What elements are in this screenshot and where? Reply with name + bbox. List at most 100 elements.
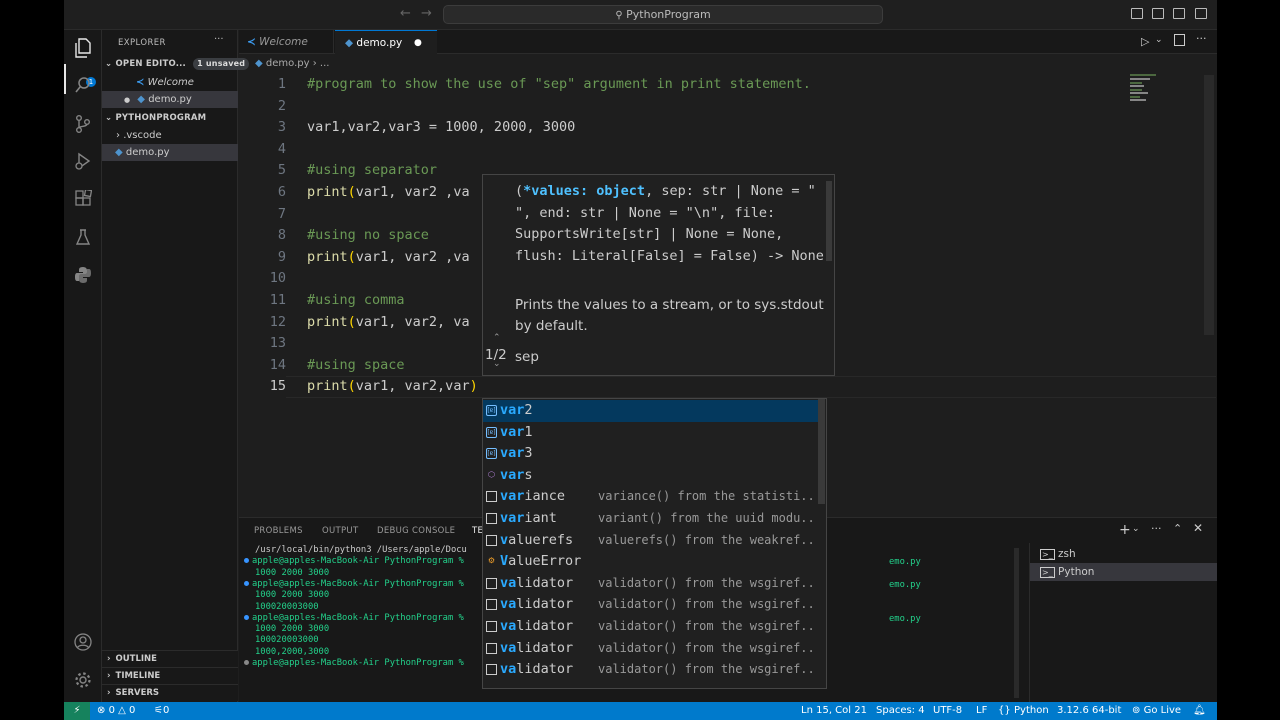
- indentation[interactable]: Spaces: 4: [876, 702, 925, 720]
- more-actions-icon[interactable]: ···: [1151, 522, 1162, 535]
- chevron-down-icon: ⌄: [105, 59, 113, 69]
- end-of-line[interactable]: LF: [976, 702, 987, 720]
- code-line[interactable]: 3 var1,var2,var3 = 1000, 2000, 3000: [239, 116, 1139, 138]
- command-status-dot-icon[interactable]: [244, 614, 249, 620]
- suggestion-item[interactable]: variant variant() from the uuid modu...: [483, 508, 818, 530]
- active-indicator: [64, 64, 66, 94]
- code-line[interactable]: 2: [239, 95, 1139, 117]
- braces-icon[interactable]: {}: [998, 702, 1011, 720]
- close-panel-icon[interactable]: ✕: [1193, 521, 1203, 535]
- problems-status[interactable]: ⊗ 0 △ 0: [97, 702, 135, 720]
- tab-debug-console[interactable]: DEBUG CONSOLE: [377, 526, 455, 536]
- tab-demo-py[interactable]: ◆ demo.py ●: [335, 30, 437, 55]
- new-terminal-icon[interactable]: +: [1119, 522, 1131, 538]
- back-arrow-icon[interactable]: ←: [400, 6, 411, 21]
- suggestion-label: validator: [500, 639, 574, 656]
- source-control-icon[interactable]: [73, 114, 93, 134]
- chevron-down-icon[interactable]: ⌄: [1155, 35, 1163, 45]
- outline-section[interactable]: › OUTLINE: [102, 650, 238, 667]
- chevron-down-icon[interactable]: ⌄: [493, 359, 501, 369]
- suggestion-scrollbar[interactable]: [818, 399, 825, 504]
- suggestion-item[interactable]: [ɐ] var3: [483, 443, 818, 465]
- breadcrumb-symbol[interactable]: ...: [320, 58, 330, 69]
- forward-arrow-icon[interactable]: →: [421, 6, 432, 21]
- code-text: #using separator: [307, 162, 438, 179]
- suggestion-item[interactable]: [ɐ] var2: [483, 400, 818, 422]
- extensions-icon[interactable]: [73, 188, 93, 210]
- suggestion-item[interactable]: ⬡ vars: [483, 465, 818, 487]
- open-editor-welcome[interactable]: ≺ Welcome: [102, 74, 238, 91]
- run-debug-icon[interactable]: [73, 152, 93, 172]
- suggestion-detail: validator() from the wsgiref...: [598, 597, 816, 612]
- encoding[interactable]: UTF-8: [933, 702, 962, 720]
- suggestion-item[interactable]: validator validator() from the wsgiref...: [483, 573, 818, 595]
- testing-flask-icon[interactable]: [73, 228, 93, 248]
- editor-scrollbar[interactable]: [1204, 75, 1214, 335]
- suggestion-item[interactable]: validator validator() from the wsgiref...: [483, 638, 818, 660]
- command-status-dot-icon[interactable]: [244, 660, 249, 665]
- project-section[interactable]: ⌄ PYTHONPROGRAM: [102, 110, 238, 127]
- suggestion-item[interactable]: valuerefs valuerefs() from the weakref...: [483, 530, 818, 552]
- remote-indicator-icon[interactable]: ⚡: [64, 702, 90, 720]
- command-status-dot-icon[interactable]: [244, 580, 249, 586]
- folder-vscode[interactable]: › .vscode: [102, 127, 238, 144]
- tab-output[interactable]: OUTPUT: [322, 526, 358, 536]
- more-actions-icon[interactable]: ···: [214, 34, 224, 45]
- command-status-dot-icon[interactable]: [244, 558, 249, 564]
- overload-counter[interactable]: ⌃ 1/2 ⌄: [485, 333, 507, 369]
- customize-layout-icon[interactable]: [1195, 8, 1207, 19]
- unsaved-dot-icon[interactable]: ●: [414, 31, 422, 55]
- code-line[interactable]: 15 print(var1, var2,var): [239, 375, 1139, 397]
- timeline-section[interactable]: › TIMELINE: [102, 667, 238, 684]
- servers-section[interactable]: › SERVERS: [102, 684, 238, 701]
- tab-problems[interactable]: PROBLEMS: [254, 526, 303, 536]
- more-actions-icon[interactable]: ···: [1196, 32, 1207, 45]
- terminal-item-zsh[interactable]: >_ zsh: [1030, 545, 1217, 563]
- suggestion-item[interactable]: [ɐ] var1: [483, 422, 818, 444]
- suggestion-label: var3: [500, 445, 533, 462]
- line-number: 2: [277, 97, 286, 114]
- signature-open: (: [515, 183, 524, 199]
- settings-gear-icon[interactable]: [73, 671, 93, 691]
- suggestion-item[interactable]: validator validator() from the wsgiref...: [483, 659, 818, 681]
- account-icon[interactable]: [73, 633, 93, 653]
- tab-welcome[interactable]: ≺ Welcome: [239, 30, 334, 54]
- terminal-line: 1000 2000 3000: [255, 590, 330, 601]
- suggestion-item[interactable]: variance variance() from the statisti...: [483, 486, 818, 508]
- toggle-sidebar-icon[interactable]: [1131, 8, 1143, 19]
- python-icon[interactable]: [73, 266, 93, 286]
- run-file-icon[interactable]: ▷: [1141, 35, 1149, 48]
- code-text: print(var1, var2,var): [307, 378, 478, 395]
- go-live-button[interactable]: ⊚ Go Live: [1132, 702, 1181, 720]
- open-editors-section[interactable]: ⌄ OPEN EDITO... 1 unsaved: [102, 56, 250, 73]
- suggestion-detail: validator() from the wsgiref...: [598, 640, 816, 655]
- suggestion-item[interactable]: ⚙ ValueError: [483, 551, 818, 573]
- command-center[interactable]: ⚲ PythonProgram: [443, 5, 883, 24]
- toggle-secondary-sidebar-icon[interactable]: [1173, 8, 1185, 19]
- chevron-up-icon[interactable]: ⌃: [493, 333, 501, 343]
- search-icon[interactable]: [73, 76, 93, 96]
- cursor-position[interactable]: Ln 15, Col 21: [801, 702, 867, 720]
- open-editor-demo[interactable]: ● ◆ demo.py: [102, 91, 238, 108]
- maximize-panel-icon[interactable]: ⌃: [1173, 522, 1182, 535]
- breadcrumb-file[interactable]: demo.py: [266, 58, 310, 69]
- toggle-panel-icon[interactable]: [1152, 8, 1164, 19]
- suggestion-item[interactable]: validator validator() from the wsgiref...: [483, 616, 818, 638]
- file-demo[interactable]: ◆ demo.py: [102, 144, 238, 161]
- popup-scrollbar[interactable]: [826, 181, 832, 261]
- terminal-scrollbar[interactable]: [1014, 548, 1019, 698]
- explorer-icon[interactable]: [73, 38, 93, 58]
- code-line[interactable]: 4: [239, 138, 1139, 160]
- split-editor-icon[interactable]: [1174, 34, 1185, 46]
- vscode-logo-icon: ≺: [247, 36, 256, 48]
- ports-status[interactable]: ⚟0: [154, 702, 169, 720]
- vscode-window: ← → ⚲ PythonProgram 1 EXPLORER ··· ⌄ OPE…: [64, 0, 1217, 720]
- code-line[interactable]: 1 #program to show the use of "sep" argum…: [239, 73, 1139, 95]
- python-interpreter[interactable]: 3.12.6 64-bit: [1057, 702, 1121, 720]
- terminal-line: /usr/local/bin/python3 /Users/apple/Docu: [255, 545, 467, 555]
- language-mode[interactable]: Python: [1014, 702, 1049, 720]
- terminal-item-python[interactable]: >_ Python: [1030, 563, 1217, 581]
- chevron-down-icon[interactable]: ⌄: [1132, 524, 1140, 534]
- suggestion-item[interactable]: validator validator() from the wsgiref...: [483, 594, 818, 616]
- notifications-bell-icon[interactable]: 🔔︎: [1193, 702, 1206, 720]
